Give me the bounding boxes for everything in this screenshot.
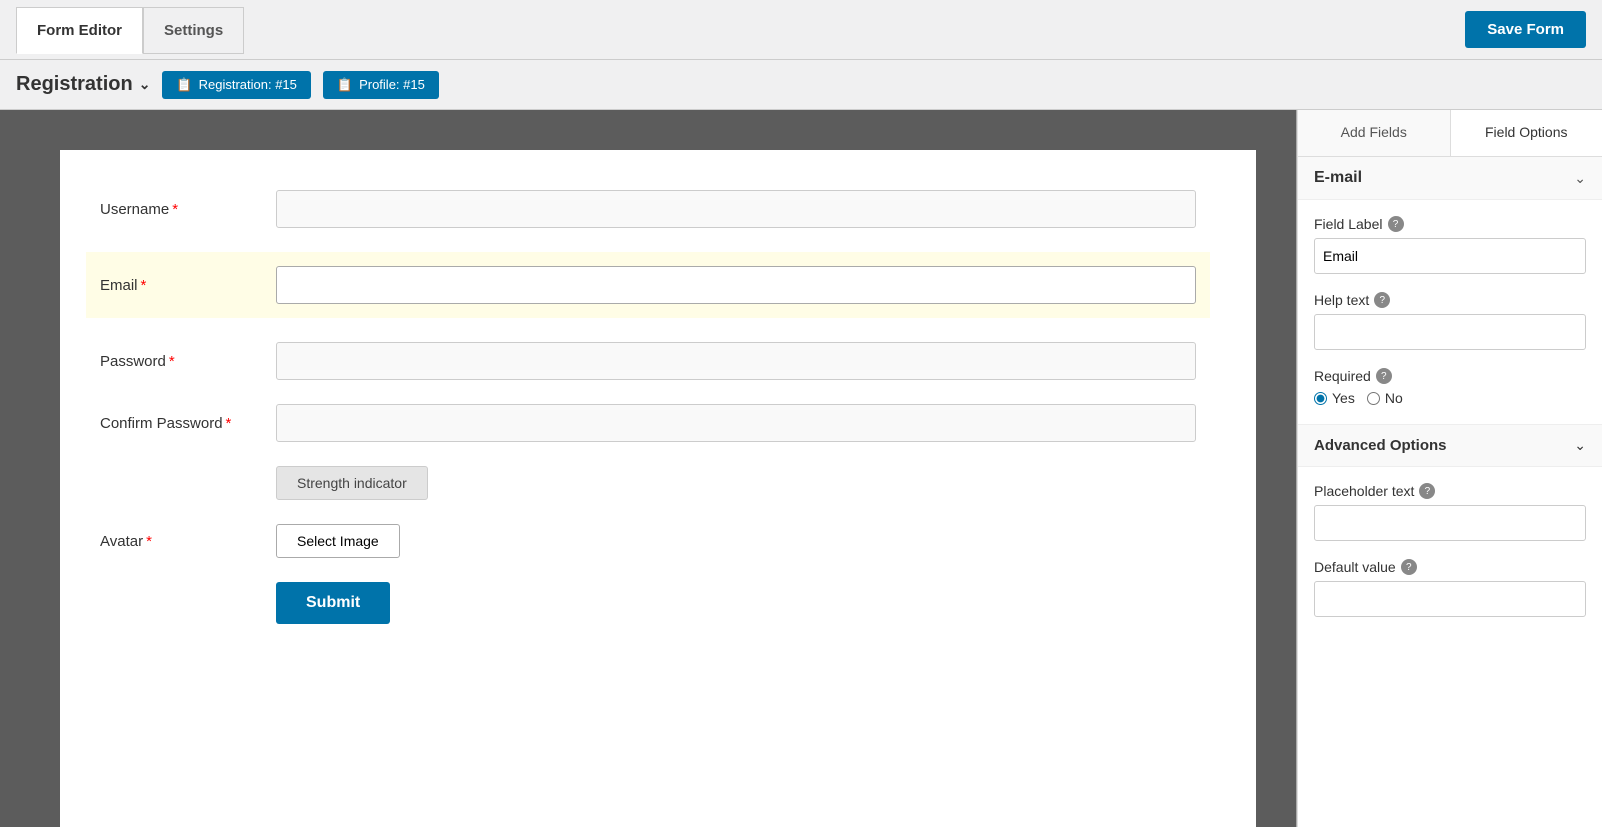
username-input[interactable] <box>276 190 1196 228</box>
password-label: Password* <box>100 353 260 370</box>
section-title: E-mail <box>1314 169 1362 187</box>
required-yes-label[interactable]: Yes <box>1314 390 1355 406</box>
username-row: Username* <box>100 190 1196 228</box>
confirm-password-row: Confirm Password* <box>100 404 1196 442</box>
section-chevron-icon: ⌄ <box>1574 170 1586 187</box>
help-text-title: Help text ? <box>1314 292 1586 308</box>
confirm-password-label: Confirm Password* <box>100 415 260 432</box>
select-image-button[interactable]: Select Image <box>276 524 400 558</box>
required-star-email: * <box>141 277 147 294</box>
required-group: Required ? Yes No <box>1314 368 1586 406</box>
top-bar: Form Editor Settings Save Form <box>0 0 1602 60</box>
required-yes-radio[interactable] <box>1314 392 1327 405</box>
required-star-avatar: * <box>146 533 152 550</box>
email-label: Email* <box>100 277 260 294</box>
right-content: E-mail ⌄ Field Label ? Help text ? <box>1298 157 1602 827</box>
help-text-group: Help text ? <box>1314 292 1586 350</box>
tab-field-options[interactable]: Field Options <box>1451 110 1602 156</box>
copy-icon-2: 📋 <box>337 77 353 93</box>
field-label-title: Field Label ? <box>1314 216 1586 232</box>
email-input[interactable] <box>276 266 1196 304</box>
required-star-confirm: * <box>226 415 232 432</box>
registration-tag-button[interactable]: 📋 Registration: #15 <box>162 71 310 99</box>
field-label-input[interactable] <box>1314 238 1586 274</box>
placeholder-text-group: Placeholder text ? <box>1314 483 1586 541</box>
submit-button[interactable]: Submit <box>276 582 390 624</box>
main-layout: Username* Email* Password* <box>0 110 1602 827</box>
required-title: Required ? <box>1314 368 1586 384</box>
default-value-group: Default value ? <box>1314 559 1586 617</box>
password-input[interactable] <box>276 342 1196 380</box>
placeholder-text-input[interactable] <box>1314 505 1586 541</box>
form-title[interactable]: Registration ⌄ <box>16 73 150 96</box>
right-tabs: Add Fields Field Options <box>1298 110 1602 157</box>
advanced-options-title: Advanced Options <box>1314 437 1447 454</box>
chevron-down-icon: ⌄ <box>139 76 151 93</box>
section-header-email[interactable]: E-mail ⌄ <box>1298 157 1602 200</box>
tab-add-fields[interactable]: Add Fields <box>1298 110 1451 156</box>
sub-header: Registration ⌄ 📋 Registration: #15 📋 Pro… <box>0 60 1602 110</box>
required-star-password: * <box>169 353 175 370</box>
required-no-label[interactable]: No <box>1367 390 1403 406</box>
password-row: Password* <box>100 342 1196 380</box>
field-label-help-icon[interactable]: ? <box>1388 216 1404 232</box>
required-radios: Yes No <box>1314 390 1586 406</box>
placeholder-help-icon[interactable]: ? <box>1419 483 1435 499</box>
right-panel: Add Fields Field Options E-mail ⌄ Field … <box>1297 110 1602 827</box>
default-value-input[interactable] <box>1314 581 1586 617</box>
help-text-input[interactable] <box>1314 314 1586 350</box>
default-value-help-icon[interactable]: ? <box>1401 559 1417 575</box>
copy-icon: 📋 <box>176 77 192 93</box>
required-star: * <box>172 201 178 218</box>
profile-tag-button[interactable]: 📋 Profile: #15 <box>323 71 439 99</box>
advanced-options-section[interactable]: Advanced Options ⌄ <box>1298 424 1602 467</box>
avatar-label: Avatar* <box>100 533 260 550</box>
required-help-icon[interactable]: ? <box>1376 368 1392 384</box>
avatar-row: Avatar* Select Image <box>100 524 1196 558</box>
main-tabs: Form Editor Settings <box>16 6 244 53</box>
help-text-help-icon[interactable]: ? <box>1374 292 1390 308</box>
strength-indicator-button[interactable]: Strength indicator <box>276 466 428 500</box>
required-no-radio[interactable] <box>1367 392 1380 405</box>
placeholder-text-title: Placeholder text ? <box>1314 483 1586 499</box>
left-panel: Username* Email* Password* <box>0 110 1297 827</box>
email-row: Email* <box>86 252 1210 318</box>
advanced-chevron-icon: ⌄ <box>1574 437 1586 454</box>
username-label: Username* <box>100 201 260 218</box>
confirm-password-input[interactable] <box>276 404 1196 442</box>
default-value-title: Default value ? <box>1314 559 1586 575</box>
save-form-button[interactable]: Save Form <box>1465 11 1586 48</box>
form-title-text: Registration <box>16 73 133 96</box>
form-canvas: Username* Email* Password* <box>60 150 1256 827</box>
tab-settings[interactable]: Settings <box>143 7 244 54</box>
tab-form-editor[interactable]: Form Editor <box>16 7 143 54</box>
field-label-group: Field Label ? <box>1314 216 1586 274</box>
